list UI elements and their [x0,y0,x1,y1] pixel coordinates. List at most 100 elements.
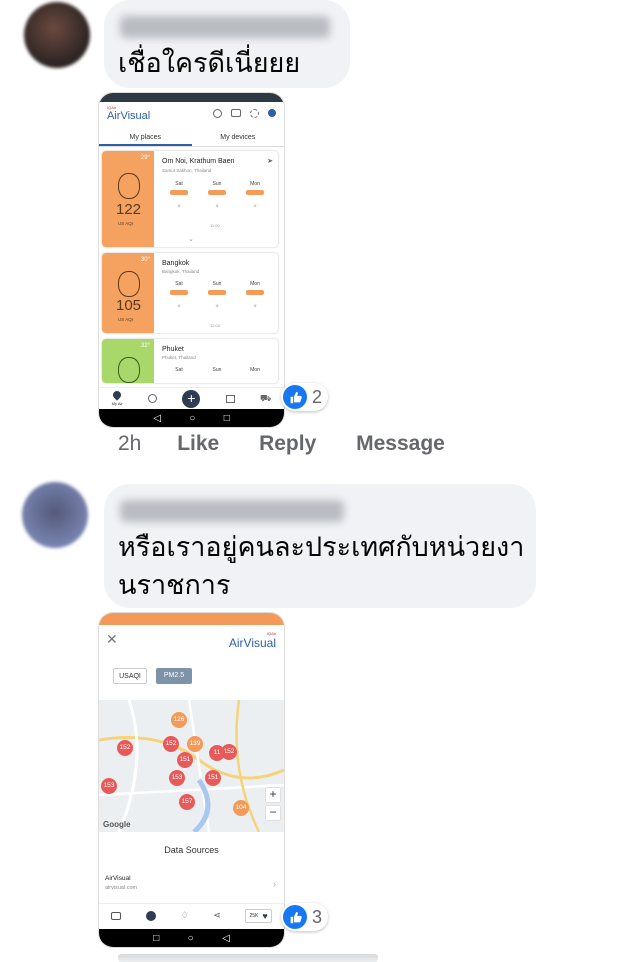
place-card[interactable]: 30° 105 US AQI Bangkok Bangkok, Thailand… [102,253,278,333]
android-nav-bar: □ ○ ◁ [99,929,284,947]
heart-icon: ♥ [262,910,268,921]
thumbs-up-icon [283,385,307,409]
location-icon: ➤ [267,158,273,165]
app-logo: AirVisual [107,110,151,122]
comment-time[interactable]: 2h [118,432,141,456]
place-card[interactable]: 32° Phuket Phuket, Thailand Sat Sun Mon [102,339,278,383]
aqi-value: 105 [116,297,142,314]
home-icon[interactable]: ○ [189,413,195,424]
comment-text: เชื่อใครดีเนี่ยยย [118,48,301,78]
profile-icon[interactable] [268,109,276,117]
aqi-value: 122 [116,201,142,218]
commenter-name[interactable] [120,500,344,522]
forecast-day: Mon [250,367,260,373]
attached-screenshot[interactable]: IQAir AirVisual My places My devices 29°… [99,93,284,427]
place-card[interactable]: 29° 122 US AQI Om Noi, Krathum Baen Samu… [102,151,278,247]
comment-bubble[interactable]: เชื่อใครดีเนี่ยยย [104,0,350,88]
aqi-marker[interactable]: 153 [101,778,117,794]
camera-icon[interactable] [111,911,122,920]
forecast-day: Sun [212,367,222,373]
aqi-marker[interactable]: 11 [209,745,225,761]
aqi-marker[interactable]: 152 [117,740,133,756]
globe-icon[interactable] [148,394,158,403]
day-label: Sat [175,181,183,187]
tab-my-air[interactable]: My Air [111,389,123,406]
place-region: Bangkok, Thailand [162,269,200,274]
aqi-panel: 29° 122 US AQI [102,151,154,247]
recents-icon[interactable]: □ [224,413,230,424]
likes-button[interactable]: 25K ♥ [245,908,272,923]
zoom-out-button[interactable]: − [266,806,280,820]
aqi-marker[interactable]: 157 [179,794,195,810]
forecast-day: Sun ☼ [200,181,234,209]
temperature: 32° [140,343,150,349]
place-region: Samut Sakhon, Thailand [162,168,212,173]
comment-text-line: นราชการ [118,570,231,600]
aqi-unit: US AQI [118,221,134,226]
close-icon[interactable]: ✕ [106,631,118,648]
google-logo: Google [103,820,131,829]
source-url: airvisual.com [105,885,138,891]
chip-usaqi[interactable]: USAQI [113,668,147,684]
aqi-marker[interactable]: 152 [163,736,179,752]
aqi-marker[interactable]: 139 [187,736,203,752]
aqi-marker[interactable]: 104 [233,800,249,816]
back-icon[interactable]: ◁ [222,933,230,944]
app-bottom-nav: My Air + ⛟ [99,387,284,409]
bell-icon[interactable]: ♢ [181,910,189,921]
aqi-marker[interactable]: 151 [177,752,193,768]
comment-actions: 2h Like Reply Message [118,432,479,456]
temperature: 29° [140,155,150,161]
gear-icon[interactable] [250,109,259,118]
news-icon[interactable] [225,394,235,403]
thumbs-up-icon [283,905,307,929]
temperature: 30° [140,257,150,263]
comment-bubble[interactable]: หรือเราอยู่คนละประเทศกับหน่วยงา นราชการ [104,484,536,608]
back-icon[interactable]: ◁ [153,413,161,424]
place-region: Phuket, Thailand [162,355,196,360]
attached-screenshot[interactable]: ✕ IQAir AirVisual USAQI PM2.5 152 152 139 1… [99,613,284,947]
app-logo: AirVisual [228,636,276,650]
cutoff-actions [118,954,378,962]
avatar[interactable] [22,482,88,548]
likes-count: 25K [249,912,259,919]
reaction-number: 2 [312,386,323,407]
cart-icon[interactable]: ⛟ [260,393,271,405]
reply-button[interactable]: Reply [259,432,316,456]
zoom-in-button[interactable]: + [266,788,280,802]
like-button[interactable]: Like [177,432,219,456]
face-icon [118,173,140,199]
reaction-count[interactable]: 2 [281,383,329,411]
recents-icon[interactable]: □ [153,933,159,944]
camera-icon[interactable] [231,109,241,117]
add-button[interactable]: + [182,389,201,408]
chevron-down-icon[interactable]: ⌄ [188,235,194,243]
action-bar: ♢ ⋖ 25K ♥ [99,903,284,927]
chip-pm25[interactable]: PM2.5 [156,668,192,684]
source-name: AirVisual [105,875,131,882]
reaction-count[interactable]: 3 [281,903,329,931]
avatar[interactable] [24,2,90,68]
search-icon[interactable] [213,109,222,118]
home-icon[interactable]: ○ [188,933,194,944]
aqi-marker[interactable]: 153 [169,770,185,786]
aqi-marker[interactable]: 151 [205,770,221,786]
forecast-row: Sat Sun Mon [160,367,274,373]
update-time: 12:00 [210,323,221,328]
clock-icon[interactable] [145,910,156,921]
aqi-marker[interactable]: 126 [171,712,187,728]
data-sources-title: Data Sources [164,845,219,855]
commenter-name[interactable] [120,16,330,38]
air-quality-map[interactable]: 152 152 139 151 152 11 153 151 153 157 104 126 Goog… [99,700,284,832]
reaction-number: 3 [312,906,323,927]
tab-my-places[interactable]: My places [99,129,192,146]
share-icon[interactable]: ⋖ [213,910,221,921]
chevron-right-icon: › [273,879,276,889]
forecast-day: Sun ☼ [200,281,234,309]
data-source-item[interactable]: AirVisual airvisual.com › [105,875,278,897]
status-bar [99,613,284,625]
message-button[interactable]: Message [356,432,445,456]
android-nav-bar: ◁ ○ □ [99,409,284,427]
forecast-day: Mon ☼ [238,281,272,309]
tab-my-devices[interactable]: My devices [192,129,285,146]
